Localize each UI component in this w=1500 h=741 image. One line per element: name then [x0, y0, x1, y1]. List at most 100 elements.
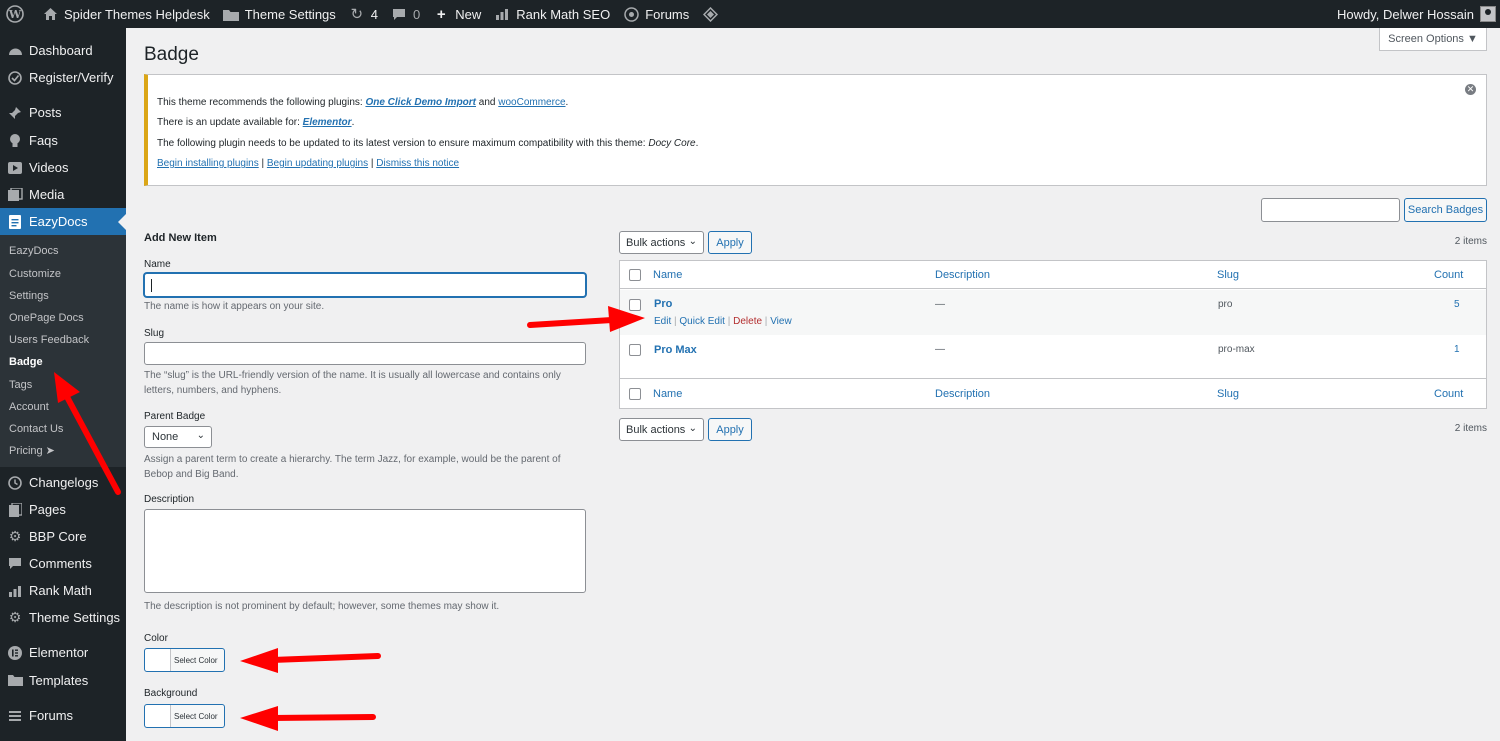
name-field[interactable]	[144, 273, 586, 297]
menu-theme-settings[interactable]: ⚙ Theme Settings	[0, 604, 126, 631]
bulk-actions-select-top[interactable]: Bulk actions ⌄	[619, 231, 704, 254]
admin-bar: W Spider Themes Helpdesk Theme Settings …	[0, 0, 1500, 28]
column-count-footer[interactable]: Count	[1434, 388, 1463, 400]
menu-comments[interactable]: Comments	[0, 550, 126, 577]
forum-icon	[622, 5, 640, 23]
submenu-settings[interactable]: Settings	[9, 287, 49, 305]
row-checkbox[interactable]	[629, 344, 641, 356]
description-textarea[interactable]	[144, 509, 586, 593]
dismiss-notice-link[interactable]: Dismiss this notice	[376, 158, 459, 169]
theme-settings-link[interactable]: Theme Settings	[216, 0, 342, 28]
column-name-header[interactable]: Name	[653, 269, 682, 281]
woocommerce-link[interactable]: wooCommerce	[498, 97, 565, 108]
notice-text: .	[351, 117, 355, 128]
background-picker-button[interactable]: Select Color	[144, 704, 225, 728]
delete-link[interactable]: Delete	[733, 316, 762, 327]
my-account-menu[interactable]: Howdy, Delwer Hossain	[1331, 0, 1500, 28]
register-icon	[7, 70, 23, 86]
notice-text: and	[476, 97, 499, 108]
table-footer-row: Name Description Slug Count	[620, 380, 1486, 408]
wp-logo-button[interactable]: W	[0, 0, 35, 28]
notice-line-required: The following plugin needs to be updated…	[157, 138, 698, 149]
menu-label: Dashboard	[29, 43, 93, 58]
notice-text: This theme recommends the following plug…	[157, 97, 366, 108]
table-row: Pro Max — pro-max 1	[620, 335, 1486, 379]
submenu-onepage-docs[interactable]: OnePage Docs	[9, 309, 84, 327]
comment-icon	[7, 556, 23, 572]
badge-count-link[interactable]: 1	[1454, 344, 1460, 355]
folder-icon	[222, 5, 240, 23]
menu-faqs[interactable]: Faqs	[0, 127, 126, 154]
column-description-footer[interactable]: Description	[935, 388, 990, 400]
badge-name-link[interactable]: Pro Max	[654, 344, 697, 356]
forums-link[interactable]: Forums	[616, 0, 695, 28]
forum-icon	[7, 708, 23, 724]
apply-button-bottom[interactable]: Apply	[708, 418, 752, 441]
submenu-customize[interactable]: Customize	[9, 265, 61, 283]
menu-forums[interactable]: Forums	[0, 702, 126, 729]
badge-slug: pro-max	[1218, 344, 1255, 355]
menu-changelogs[interactable]: Changelogs	[0, 469, 126, 496]
notice-text: There is an update available for:	[157, 117, 303, 128]
select-all-checkbox[interactable]	[629, 269, 641, 281]
row-checkbox[interactable]	[629, 299, 641, 311]
submenu-pricing[interactable]: Pricing ➤	[9, 442, 55, 460]
close-icon[interactable]: ✕	[1465, 84, 1476, 95]
quick-edit-link[interactable]: Quick Edit	[679, 316, 725, 327]
elementor-link[interactable]: Elementor	[303, 117, 352, 128]
column-count-header[interactable]: Count	[1434, 269, 1463, 281]
bulk-actions-select-bottom[interactable]: Bulk actions ⌄	[619, 418, 704, 441]
column-description-header[interactable]: Description	[935, 269, 990, 281]
one-click-demo-import-link[interactable]: One Click Demo Import	[365, 97, 476, 108]
add-new-heading: Add New Item	[144, 232, 217, 244]
menu-elementor[interactable]: Elementor	[0, 639, 126, 666]
menu-media[interactable]: Media	[0, 181, 126, 208]
menu-rank-math[interactable]: Rank Math	[0, 577, 126, 604]
column-slug-header[interactable]: Slug	[1217, 269, 1239, 281]
rank-math-link[interactable]: Rank Math SEO	[487, 0, 616, 28]
search-input[interactable]	[1261, 198, 1400, 222]
search-badges-button[interactable]: Search Badges	[1404, 198, 1487, 222]
comments-link[interactable]: 0	[384, 0, 426, 28]
menu-pages[interactable]: Pages	[0, 496, 126, 523]
separator: |	[724, 316, 734, 327]
view-link[interactable]: View	[770, 316, 792, 327]
menu-label: Videos	[29, 160, 69, 175]
color-picker-button[interactable]: Select Color	[144, 648, 225, 672]
column-name-footer[interactable]: Name	[653, 388, 682, 400]
screen-options-button[interactable]: Screen Options ▼	[1379, 28, 1487, 51]
submenu-users-feedback[interactable]: Users Feedback	[9, 331, 89, 349]
diamond-menu[interactable]	[695, 0, 730, 28]
plus-icon: +	[436, 5, 446, 23]
submenu-account[interactable]: Account	[9, 398, 49, 416]
submenu-badge[interactable]: Badge	[9, 353, 43, 371]
menu-dashboard[interactable]: Dashboard	[0, 37, 126, 64]
begin-installing-link[interactable]: Begin installing plugins	[157, 158, 259, 169]
column-slug-footer[interactable]: Slug	[1217, 388, 1239, 400]
edit-link[interactable]: Edit	[654, 316, 671, 327]
slug-field[interactable]	[144, 342, 586, 365]
arrow-to-background-button	[240, 706, 376, 731]
menu-eazydocs[interactable]: EazyDocs	[0, 208, 126, 235]
updates-link[interactable]: ↻ 4	[342, 0, 384, 28]
menu-templates[interactable]: Templates	[0, 667, 126, 694]
begin-updating-link[interactable]: Begin updating plugins	[267, 158, 368, 169]
diamond-icon	[701, 5, 719, 23]
submenu-contact-us[interactable]: Contact Us	[9, 420, 63, 438]
menu-register-verify[interactable]: Register/Verify	[0, 64, 126, 91]
menu-bbp-core[interactable]: ⚙ BBP Core	[0, 523, 126, 550]
separator: |	[762, 316, 771, 327]
new-content-link[interactable]: + New	[426, 0, 487, 28]
select-all-checkbox[interactable]	[629, 388, 641, 400]
apply-button-top[interactable]: Apply	[708, 231, 752, 254]
badge-name-link[interactable]: Pro	[654, 298, 672, 310]
menu-label: Faqs	[29, 133, 58, 148]
badge-count-link[interactable]: 5	[1454, 299, 1460, 310]
submenu-eazydocs[interactable]: EazyDocs	[9, 242, 59, 260]
parent-badge-select[interactable]: None ⌄	[144, 426, 212, 448]
howdy-label: Howdy, Delwer Hossain	[1336, 6, 1474, 22]
submenu-tags[interactable]: Tags	[9, 376, 32, 394]
menu-posts[interactable]: Posts	[0, 99, 126, 126]
menu-videos[interactable]: Videos	[0, 154, 126, 181]
site-name-link[interactable]: Spider Themes Helpdesk	[35, 0, 216, 28]
